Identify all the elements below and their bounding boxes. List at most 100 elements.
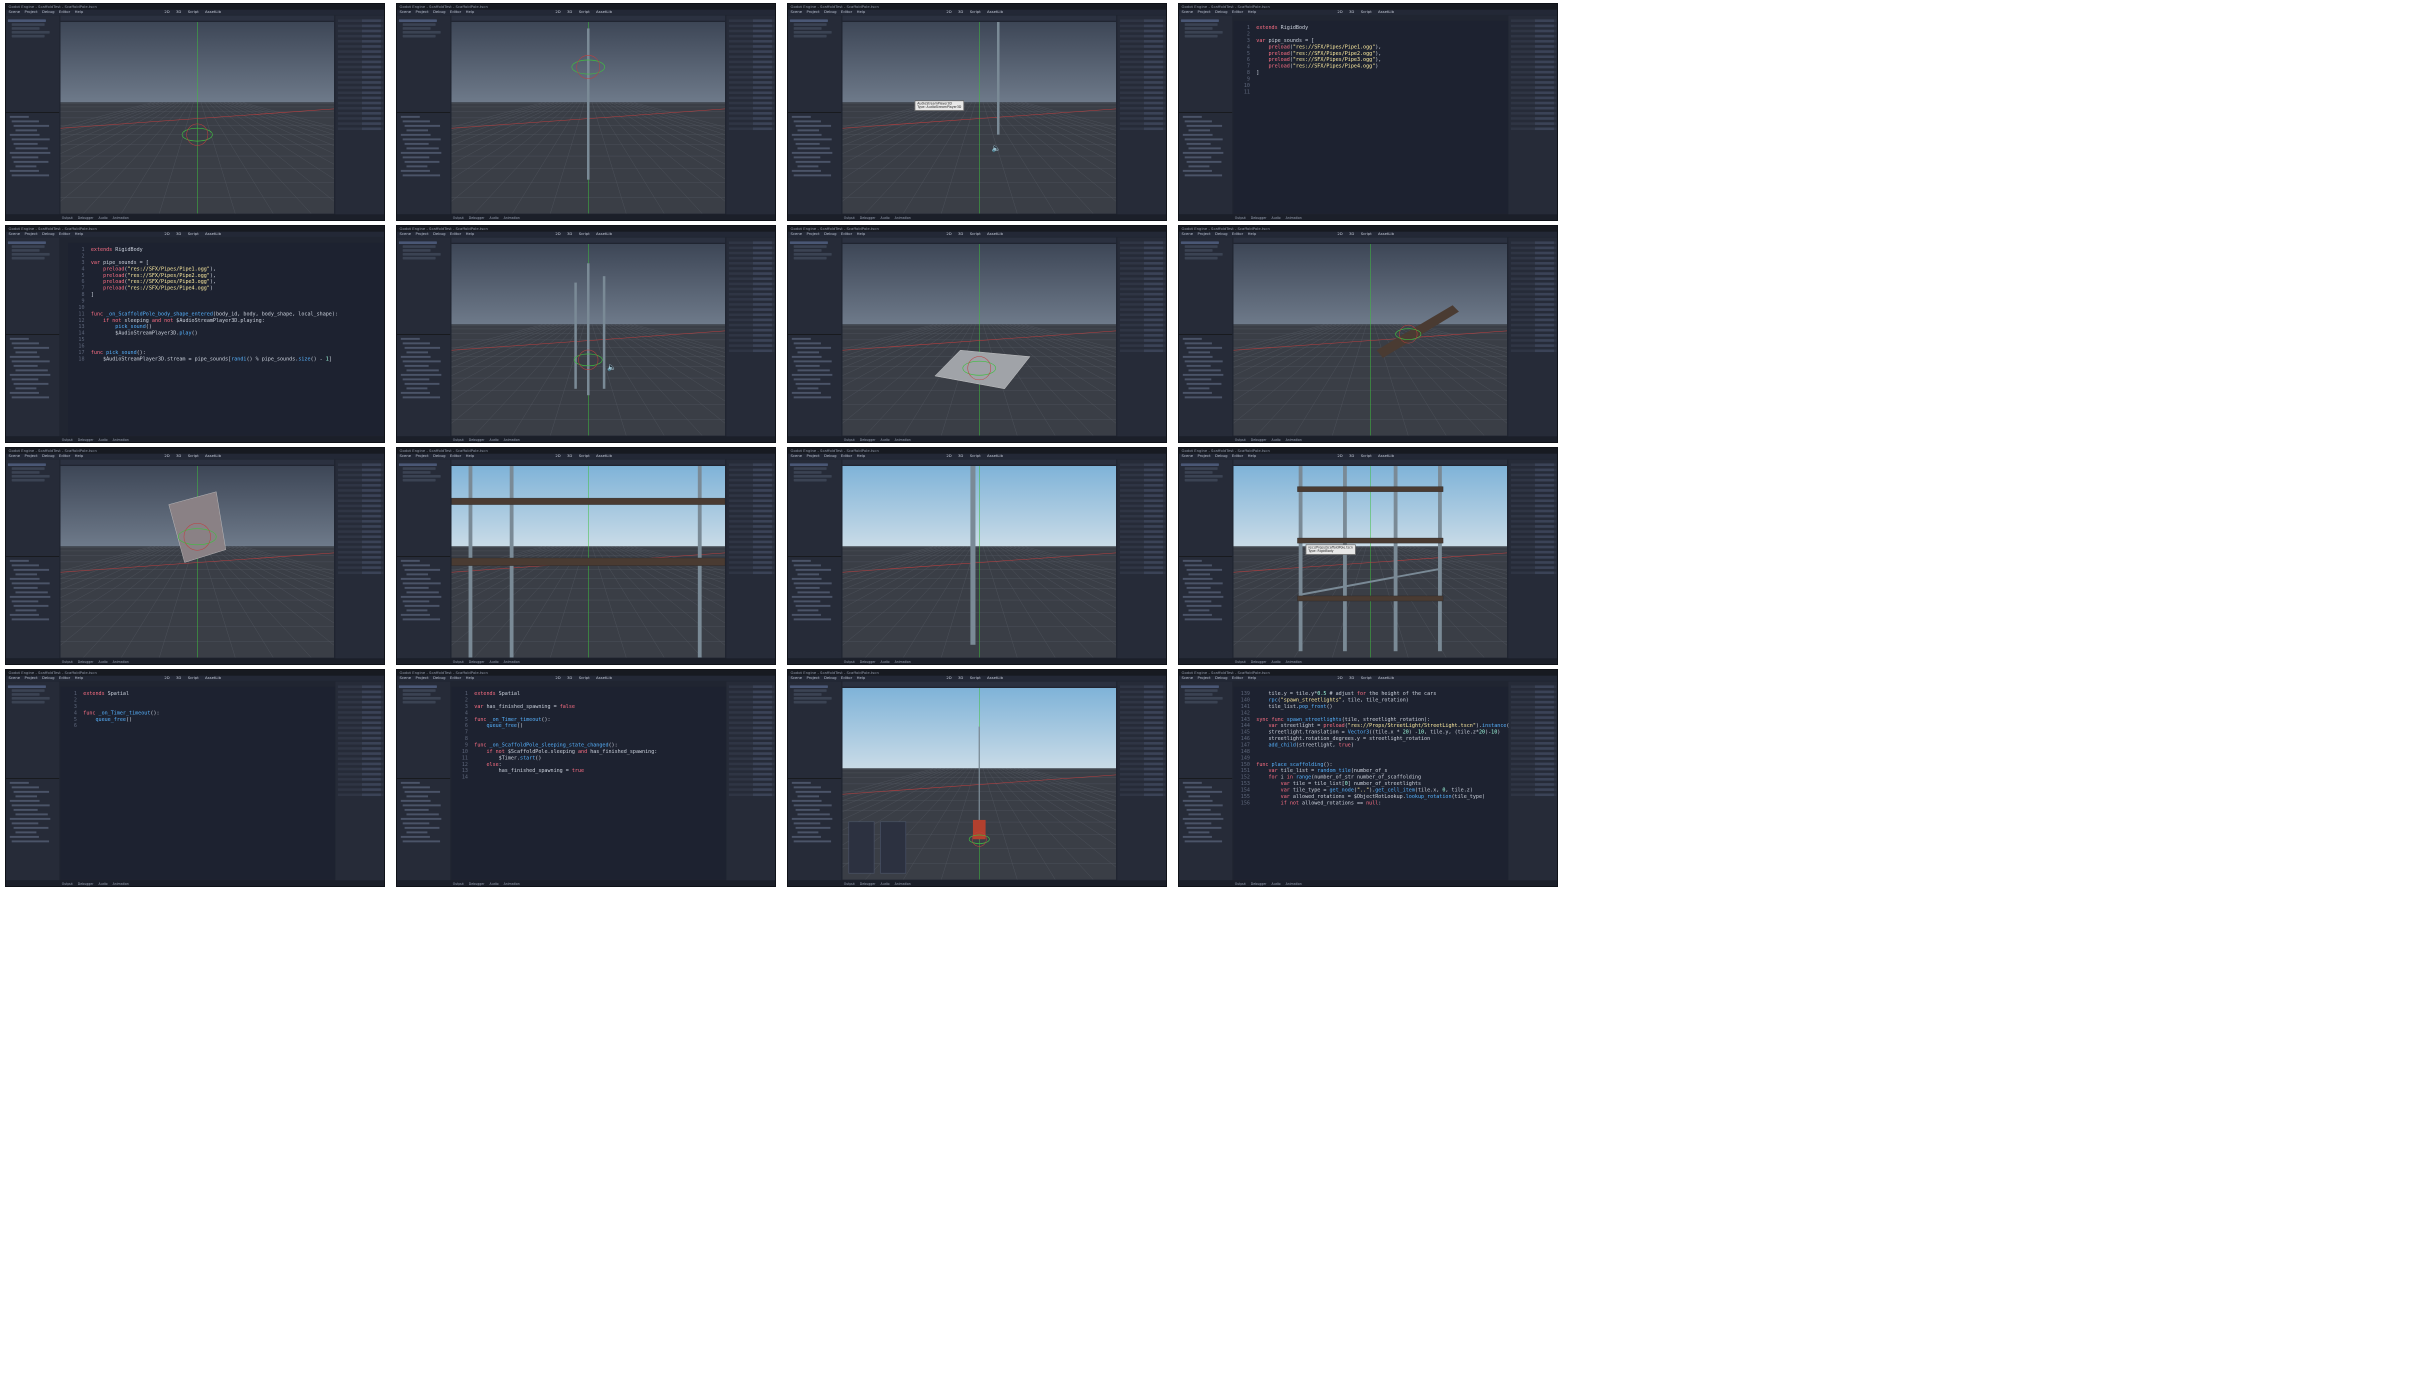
filesystem-item[interactable] bbox=[1182, 595, 1224, 598]
scene-tree-item[interactable] bbox=[7, 19, 46, 23]
inspector-property[interactable] bbox=[728, 566, 775, 569]
filesystem-item[interactable] bbox=[1186, 160, 1222, 163]
inspector-property[interactable] bbox=[1119, 721, 1166, 725]
inspector-value[interactable] bbox=[752, 716, 772, 719]
inspector-property[interactable] bbox=[728, 76, 775, 79]
inspector-property[interactable] bbox=[728, 783, 775, 786]
scene-tree-item[interactable] bbox=[1184, 689, 1218, 692]
inspector-value[interactable] bbox=[1534, 106, 1554, 110]
filesystem-item[interactable] bbox=[793, 120, 821, 123]
inspector-value[interactable] bbox=[361, 65, 381, 69]
inspector-property[interactable] bbox=[337, 478, 384, 482]
inspector-property[interactable] bbox=[1510, 566, 1557, 569]
inspector-property[interactable] bbox=[337, 70, 384, 74]
scene-tree-item[interactable] bbox=[402, 249, 431, 252]
filesystem-item[interactable] bbox=[791, 577, 822, 580]
menu-item-editor[interactable]: Editor bbox=[1232, 676, 1243, 681]
inspector-property[interactable] bbox=[1510, 339, 1557, 342]
inspector-value[interactable] bbox=[361, 556, 381, 559]
inspector-value[interactable] bbox=[1143, 514, 1163, 518]
inspector-value[interactable] bbox=[361, 40, 381, 43]
bottom-tab-output[interactable]: Output bbox=[844, 660, 855, 664]
inspector-value[interactable] bbox=[1143, 50, 1163, 53]
filesystem-item[interactable] bbox=[400, 169, 430, 172]
inspector-property[interactable] bbox=[337, 499, 384, 503]
workspace-tab-script[interactable]: Script bbox=[579, 676, 590, 681]
scene-tree-item[interactable] bbox=[1184, 700, 1218, 704]
menu-item-scene[interactable]: Scene bbox=[1182, 454, 1194, 459]
workspace-tab-assetlib[interactable]: AssetLib bbox=[987, 232, 1003, 237]
inspector-value[interactable] bbox=[752, 272, 772, 275]
inspector-property[interactable] bbox=[1510, 344, 1557, 347]
filesystem-item[interactable] bbox=[9, 115, 29, 118]
inspector-property[interactable] bbox=[1119, 489, 1166, 492]
scene-tree-item[interactable] bbox=[11, 256, 45, 260]
filesystem-item[interactable] bbox=[1184, 840, 1223, 843]
inspector-value[interactable] bbox=[1143, 721, 1163, 725]
bottom-tab-output[interactable]: Output bbox=[844, 216, 855, 220]
inspector-value[interactable] bbox=[752, 742, 772, 745]
bottom-tab-animation[interactable]: Animation bbox=[895, 216, 911, 220]
inspector-value[interactable] bbox=[361, 117, 381, 120]
inspector-property[interactable] bbox=[728, 711, 775, 714]
workspace-tab-3d[interactable]: 3D bbox=[176, 454, 181, 459]
inspector-value[interactable] bbox=[1143, 106, 1163, 110]
menu-item-editor[interactable]: Editor bbox=[1232, 10, 1243, 15]
inspector-property[interactable] bbox=[1119, 344, 1166, 347]
filesystem-item[interactable] bbox=[9, 337, 29, 340]
inspector-property[interactable] bbox=[728, 334, 775, 337]
inspector-value[interactable] bbox=[1143, 788, 1163, 791]
dock-divider[interactable] bbox=[788, 112, 842, 113]
filesystem-item[interactable] bbox=[13, 586, 38, 589]
inspector-property[interactable] bbox=[1119, 86, 1166, 89]
inspector-value[interactable] bbox=[361, 762, 381, 766]
inspector-property[interactable] bbox=[1510, 788, 1557, 791]
menu-item-scene[interactable]: Scene bbox=[791, 10, 803, 15]
filesystem-item[interactable] bbox=[795, 808, 820, 811]
filesystem-item[interactable] bbox=[791, 391, 821, 394]
inspector-property[interactable] bbox=[1510, 757, 1557, 761]
inspector-property[interactable] bbox=[1119, 81, 1166, 84]
inspector-value[interactable] bbox=[1534, 328, 1554, 332]
scene-tree-item[interactable] bbox=[793, 693, 822, 696]
bottom-tab-animation[interactable]: Animation bbox=[504, 438, 520, 442]
inspector-property[interactable] bbox=[728, 757, 775, 761]
inspector-value[interactable] bbox=[1534, 473, 1554, 477]
filesystem-item[interactable] bbox=[9, 559, 29, 562]
filesystem-item[interactable] bbox=[9, 151, 51, 154]
inspector-property[interactable] bbox=[1510, 747, 1557, 750]
inspector-value[interactable] bbox=[1143, 127, 1163, 131]
inspector-value[interactable] bbox=[1534, 742, 1554, 745]
inspector-property[interactable] bbox=[1510, 112, 1557, 115]
workspace-tab-assetlib[interactable]: AssetLib bbox=[1378, 676, 1394, 681]
workspace-tab-assetlib[interactable]: AssetLib bbox=[1378, 454, 1394, 459]
inspector-value[interactable] bbox=[1534, 334, 1554, 337]
inspector-value[interactable] bbox=[1143, 767, 1163, 771]
filesystem-item[interactable] bbox=[406, 351, 429, 354]
filesystem-item[interactable] bbox=[1182, 151, 1224, 154]
inspector-value[interactable] bbox=[1534, 303, 1554, 306]
inspector-property[interactable] bbox=[1119, 525, 1166, 528]
menu-item-help[interactable]: Help bbox=[466, 454, 475, 459]
inspector-property[interactable] bbox=[728, 520, 775, 523]
menu-item-scene[interactable]: Scene bbox=[791, 676, 803, 681]
inspector-value[interactable] bbox=[1534, 349, 1554, 353]
inspector-property[interactable] bbox=[1119, 571, 1166, 575]
scene-tree-item[interactable] bbox=[11, 27, 40, 30]
inspector-value[interactable] bbox=[1534, 246, 1554, 250]
inspector-property[interactable] bbox=[1510, 323, 1557, 327]
menu-item-project[interactable]: Project bbox=[416, 232, 429, 237]
inspector-value[interactable] bbox=[1143, 484, 1163, 487]
bottom-tab-animation[interactable]: Animation bbox=[1286, 216, 1302, 220]
inspector-property[interactable] bbox=[1510, 700, 1557, 704]
inspector-property[interactable] bbox=[728, 91, 775, 95]
filesystem-item[interactable] bbox=[1186, 790, 1223, 793]
filesystem-item[interactable] bbox=[404, 604, 440, 607]
bottom-tab-output[interactable]: Output bbox=[62, 216, 73, 220]
inspector-property[interactable] bbox=[1510, 463, 1557, 467]
filesystem-item[interactable] bbox=[795, 586, 820, 589]
filesystem-item[interactable] bbox=[791, 133, 822, 136]
menu-item-debug[interactable]: Debug bbox=[1215, 454, 1227, 459]
filesystem-item[interactable] bbox=[1182, 373, 1224, 376]
inspector-value[interactable] bbox=[361, 540, 381, 544]
